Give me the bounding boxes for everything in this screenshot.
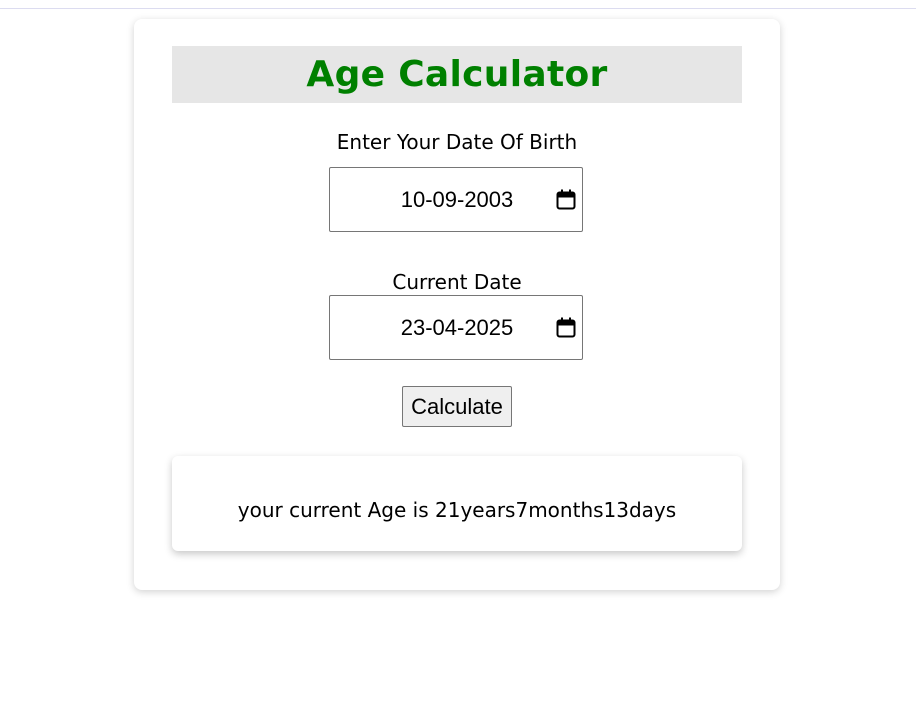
dob-date-value[interactable]: 10-09-2003 (330, 168, 552, 231)
calculate-button[interactable]: Calculate (402, 386, 512, 427)
title-bar: Age Calculator (172, 46, 742, 103)
calendar-icon[interactable] (556, 317, 576, 338)
current-date-input[interactable]: 23-04-2025 (329, 295, 583, 360)
result-box: your current Age is 21years7months13days (172, 456, 742, 551)
browser-top-border (0, 0, 916, 9)
dob-date-input[interactable]: 10-09-2003 (329, 167, 583, 232)
dob-label: Enter Your Date Of Birth (336, 130, 578, 154)
result-text: your current Age is 21years7months13days (237, 497, 677, 522)
page-title: Age Calculator (306, 54, 608, 95)
calculator-card: Age Calculator Enter Your Date Of Birth … (134, 19, 780, 590)
current-date-label: Current Date (392, 270, 522, 294)
current-date-value[interactable]: 23-04-2025 (330, 296, 552, 359)
calendar-icon[interactable] (556, 189, 576, 210)
